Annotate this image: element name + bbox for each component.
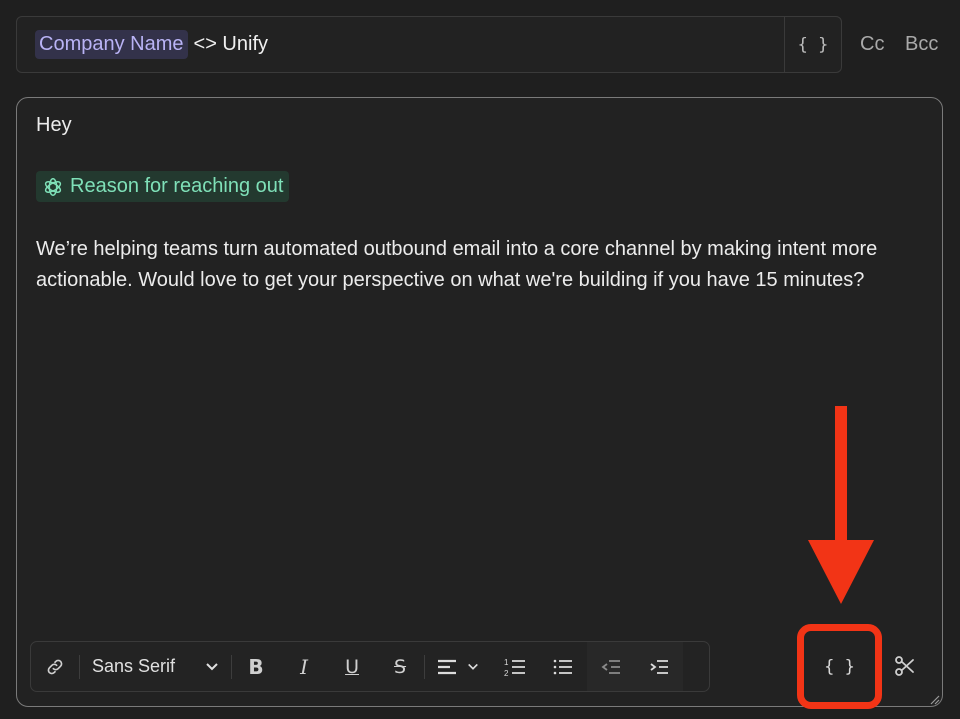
cc-button[interactable]: Cc [860,33,884,56]
outdent-icon [601,659,621,674]
body-paragraph: We’re helping teams turn automated outbo… [36,238,878,291]
align-select[interactable] [425,642,491,691]
cut-button[interactable] [893,654,917,683]
link-icon [47,659,63,674]
resize-handle[interactable] [930,692,940,710]
subject-field[interactable]: Company Name <> Unify { } [16,16,842,73]
chevron-down-icon [468,663,478,670]
subject-content[interactable]: Company Name <> Unify [17,30,784,59]
italic-button[interactable]: I [280,642,328,691]
bcc-button[interactable]: Bcc [905,33,938,56]
scissors-icon [895,656,914,676]
svg-text:1: 1 [504,658,509,667]
numbered-list-icon: 1 2 [504,658,526,677]
ai-snippet-chip[interactable]: Reason for reaching out [36,171,290,202]
ai-snippet-label: Reason for reaching out [70,175,284,197]
strikethrough-button[interactable]: S [376,642,424,691]
resize-handle-icon [930,695,940,705]
subject-text: <> Unify [193,33,268,55]
subject-insert-variable-button[interactable]: { } [784,17,841,72]
bullet-list-icon [553,659,573,674]
chevron-down-icon [206,662,218,670]
bullet-list-button[interactable] [539,642,587,691]
email-body-editor[interactable]: Hey Reason for reaching out We’re helpin… [16,97,943,707]
greeting-text: Hey [36,114,72,136]
annotation-arrow [808,406,874,604]
font-family-select[interactable]: Sans Serif [80,642,231,691]
outdent-button[interactable] [587,642,636,691]
openai-icon [44,177,62,196]
underline-button[interactable]: U [328,642,376,691]
indent-button[interactable] [635,642,684,691]
indent-icon [650,659,669,674]
numbered-list-button[interactable]: 1 2 [491,642,539,691]
svg-text:2: 2 [504,669,509,677]
company-name-variable-chip[interactable]: Company Name [35,30,188,59]
formatting-toolbar: Sans Serif B I U S 1 2 [30,641,710,692]
align-left-icon [438,659,457,674]
insert-variable-button[interactable]: { } [797,624,882,709]
bold-button[interactable]: B [232,642,280,691]
font-family-label: Sans Serif [92,656,176,676]
link-button[interactable] [31,642,79,691]
